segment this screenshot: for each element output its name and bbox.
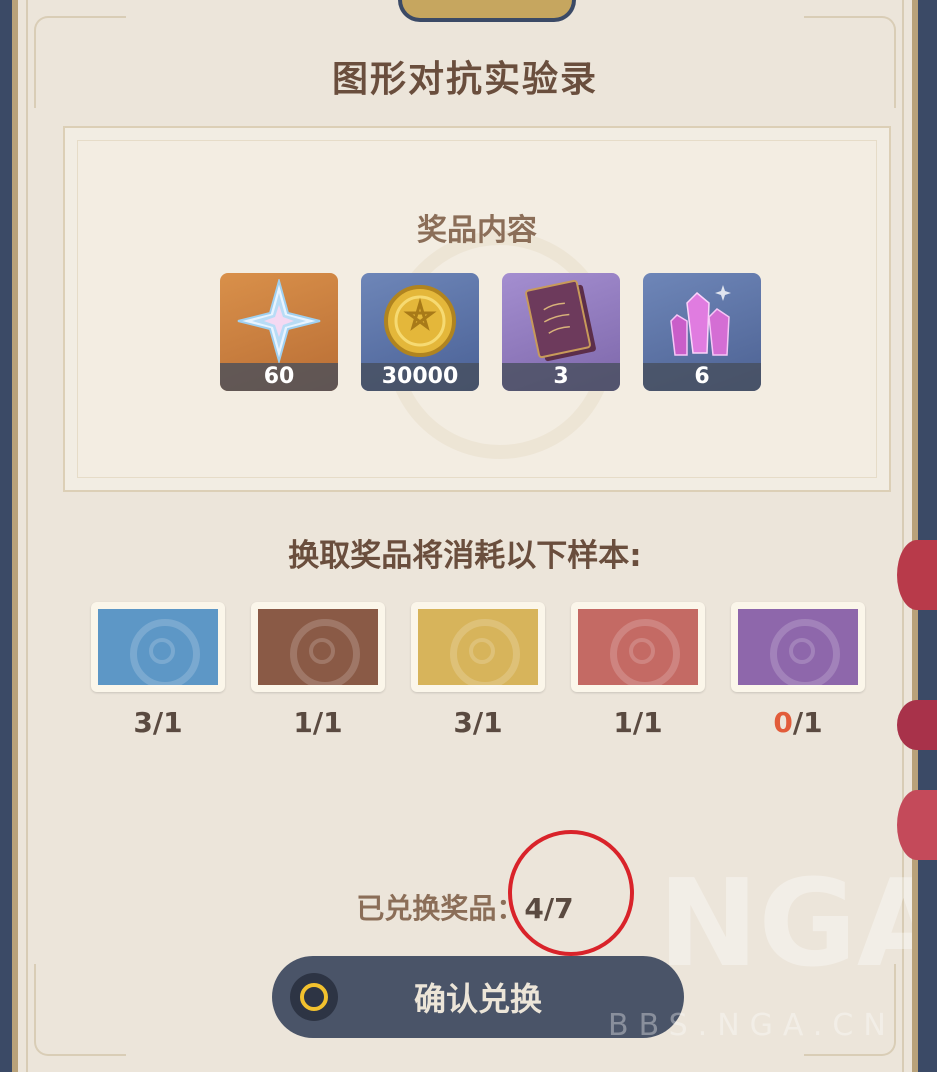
sample-have: 3 xyxy=(453,706,473,739)
top-tab-ornament xyxy=(398,0,576,22)
reward-item-mora[interactable]: 30000 xyxy=(361,273,479,391)
confirm-circle-icon xyxy=(290,973,338,1021)
sample-progress: 1/1 xyxy=(251,706,385,739)
sample-gear-icon xyxy=(450,619,520,689)
sample-card-yellow[interactable] xyxy=(411,602,545,692)
sample-need: /1 xyxy=(472,706,503,739)
reward-item-crystal[interactable]: 6 xyxy=(643,273,761,391)
sample-gear-icon xyxy=(610,619,680,689)
consume-heading: 换取奖品将消耗以下样本: xyxy=(288,538,642,574)
sample-gear-icon xyxy=(290,619,360,689)
corner-ornament xyxy=(34,964,126,1056)
reward-heading: 奖品内容 xyxy=(417,213,537,248)
sample-card-red[interactable] xyxy=(571,602,705,692)
exchanged-count: 已兑换奖品：4/7 xyxy=(18,887,912,927)
sample-card-brown[interactable] xyxy=(251,602,385,692)
sample-need: /1 xyxy=(312,706,343,739)
reward-item-primogem[interactable]: 60 xyxy=(220,273,338,391)
dialog-title: 图形对抗实验录 xyxy=(331,59,598,100)
sample-card-blue[interactable] xyxy=(91,602,225,692)
flower-decoration xyxy=(897,700,937,750)
flower-decoration xyxy=(897,790,937,860)
sample-gear-icon xyxy=(770,619,840,689)
sample-need: /1 xyxy=(632,706,663,739)
flower-decoration xyxy=(897,540,937,610)
reward-item-book[interactable]: 3 xyxy=(502,273,620,391)
exchange-dialog: 图形对抗实验录 奖品内容 60 30000 3 6 换取奖品将消耗以下样本: 3… xyxy=(12,0,918,1072)
red-annotation-circle xyxy=(508,830,634,956)
sample-progress: 0/1 xyxy=(731,706,865,739)
reward-count: 60 xyxy=(220,363,338,391)
reward-panel-inner: 奖品内容 60 30000 3 6 xyxy=(77,140,877,478)
crystal-icon xyxy=(670,285,731,356)
sample-have: 3 xyxy=(133,706,153,739)
reward-count: 6 xyxy=(643,363,761,391)
sample-card-purple[interactable] xyxy=(731,602,865,692)
reward-count: 30000 xyxy=(361,363,479,391)
sample-have-insufficient: 0 xyxy=(773,706,793,739)
reward-count: 3 xyxy=(502,363,620,391)
sample-have: 1 xyxy=(293,706,313,739)
sample-have: 1 xyxy=(613,706,633,739)
reward-panel: 奖品内容 60 30000 3 6 xyxy=(63,126,891,492)
sample-gear-icon xyxy=(130,619,200,689)
sample-progress: 1/1 xyxy=(571,706,705,739)
sample-need: /1 xyxy=(792,706,823,739)
mora-icon xyxy=(384,285,456,357)
confirm-button-label: 确认兑换 xyxy=(413,980,542,1018)
sample-need: /1 xyxy=(152,706,183,739)
book-icon xyxy=(525,279,596,362)
primogem-icon xyxy=(237,279,321,363)
sample-progress: 3/1 xyxy=(411,706,545,739)
watermark-text: BBS.NGA.CN xyxy=(608,1008,896,1043)
exchanged-label: 已兑换奖品： xyxy=(356,892,525,925)
sample-progress: 3/1 xyxy=(91,706,225,739)
